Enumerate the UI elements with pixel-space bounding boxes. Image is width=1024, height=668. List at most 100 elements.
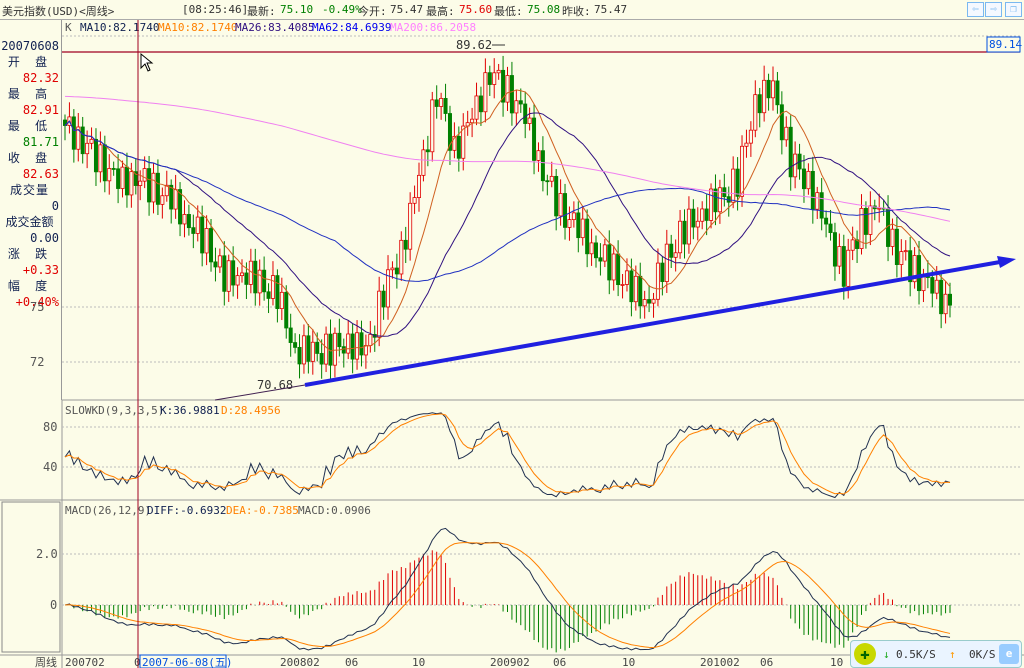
- candle-up: [160, 195, 165, 205]
- candle-down: [297, 346, 302, 365]
- legend-ma10: MA10:82.1740: [80, 21, 159, 34]
- candle-down: [660, 262, 665, 282]
- candle-up: [89, 138, 94, 144]
- candle-up: [226, 260, 231, 292]
- candle-down: [222, 255, 227, 292]
- legend-ma10-b: MA10:82.1740: [158, 21, 237, 34]
- candle-down: [315, 341, 320, 354]
- candle-up: [664, 243, 669, 282]
- candle-down: [669, 243, 674, 258]
- candle-down: [735, 168, 740, 197]
- browser-icon[interactable]: e: [999, 644, 1019, 664]
- x-tick: 200802: [280, 656, 320, 668]
- candle-up: [120, 166, 125, 189]
- trendline-arrowhead: [997, 256, 1016, 268]
- candle-down: [766, 79, 771, 99]
- candle-up: [421, 149, 426, 176]
- candle-up: [536, 150, 541, 161]
- candle-up: [903, 250, 908, 253]
- price-chart[interactable]: 75 72 80 40 2.0 0 K MA10:82.1740 MA10:82…: [0, 0, 1024, 668]
- candle-down: [518, 100, 523, 105]
- candle-up: [217, 255, 222, 268]
- candle-down: [917, 255, 922, 292]
- candle-down: [191, 227, 196, 234]
- candle-up: [700, 208, 705, 222]
- candle-up: [695, 220, 700, 228]
- candle-down: [532, 117, 537, 161]
- candle-up: [771, 80, 776, 99]
- candle-up: [877, 207, 882, 210]
- x-tick: 10: [830, 656, 843, 668]
- candle-down: [886, 208, 891, 247]
- candle-down: [810, 170, 815, 210]
- candle-down: [293, 342, 298, 348]
- candle-up: [301, 335, 306, 365]
- candle-up: [412, 197, 417, 204]
- candle-up: [85, 142, 90, 155]
- candle-up: [98, 144, 103, 173]
- candle-up: [717, 187, 722, 213]
- kd-tick-40: 40: [43, 460, 57, 474]
- candle-down: [394, 267, 399, 275]
- candle-up: [390, 267, 395, 271]
- candle-up: [890, 228, 895, 247]
- candle-down: [381, 290, 386, 308]
- candle-down: [116, 168, 121, 189]
- candle-up: [470, 118, 475, 124]
- candle-up: [496, 69, 501, 74]
- candle-up: [633, 275, 638, 303]
- candle-down: [169, 184, 174, 210]
- candle-down: [487, 72, 492, 85]
- candle-up: [709, 188, 714, 221]
- candle-up: [363, 345, 368, 356]
- candle-up: [624, 270, 629, 285]
- candle-down: [244, 272, 249, 285]
- candle-up: [355, 332, 360, 360]
- candle-up: [430, 99, 435, 153]
- macd-legend-dea: DEA:-0.7385: [226, 504, 299, 517]
- candle-up: [505, 75, 510, 103]
- candle-down: [824, 217, 829, 225]
- candle-down: [186, 214, 191, 229]
- candle-down: [288, 327, 293, 343]
- candle-down: [948, 293, 953, 306]
- candle-down: [213, 261, 218, 268]
- candle-up: [279, 291, 284, 310]
- candle-up: [182, 214, 187, 225]
- candle-down: [102, 144, 107, 182]
- candle-up: [514, 100, 519, 114]
- candle-down: [209, 228, 214, 263]
- max-price-label: 89.62: [456, 38, 492, 52]
- candle-up: [483, 72, 488, 113]
- candle-up: [142, 168, 147, 182]
- price-tick-72: 72: [30, 355, 44, 369]
- candle-up: [474, 95, 479, 120]
- candle-down: [841, 246, 846, 287]
- candle-down: [266, 291, 271, 299]
- legend-k: K: [65, 21, 72, 34]
- candle-up: [571, 212, 576, 221]
- x-tick: 06: [553, 656, 566, 668]
- candle-up: [204, 228, 209, 254]
- macd-legend-diff: DIFF:-0.6932: [147, 504, 226, 517]
- plus-icon[interactable]: ✚: [854, 643, 876, 665]
- candle-down: [262, 269, 267, 293]
- kd-d-line: [64, 413, 951, 495]
- candle-down: [554, 175, 559, 217]
- candle-down: [341, 346, 346, 354]
- candle-down: [284, 291, 289, 329]
- candle-up: [567, 219, 572, 228]
- macd-legend-macd: MACD:0.0906: [298, 504, 371, 517]
- candle-down: [124, 166, 129, 196]
- candle-up: [239, 272, 244, 277]
- upload-speed: 0K/S: [969, 648, 996, 661]
- candle-up: [868, 205, 873, 235]
- network-status-widget[interactable]: ✚ ↓ 0.5K/S ↑ 0K/S e: [850, 640, 1022, 668]
- candle-up: [815, 192, 820, 210]
- candle-up: [686, 208, 691, 245]
- candle-down: [80, 126, 85, 155]
- x-tick: 200902: [490, 656, 530, 668]
- legend-ma26: MA26:83.4085: [235, 21, 314, 34]
- candle-up: [850, 239, 855, 251]
- candle-down: [629, 270, 634, 303]
